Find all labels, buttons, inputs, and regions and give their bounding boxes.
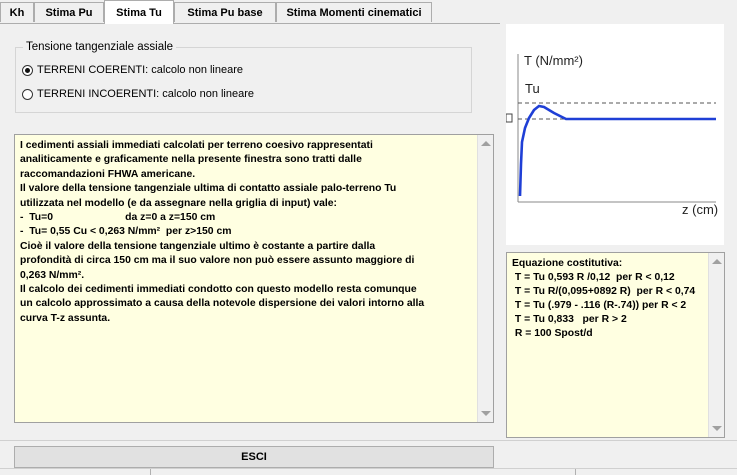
status-divider [575, 469, 576, 475]
y-axis-label: T (N/mm²) [524, 53, 583, 68]
radio-button[interactable] [22, 88, 33, 100]
radio-label: TERRENI COERENTI: calcolo non lineare [37, 64, 244, 76]
equation-box[interactable]: Equazione costitutiva: T = Tu 0,593 R /0… [506, 252, 725, 438]
separator [0, 440, 737, 441]
tab-stima-pu-base[interactable]: Stima Pu base [174, 2, 276, 22]
t-z-curve-chart: T (N/mm²) Tu z (cm) [505, 53, 718, 217]
status-divider [150, 469, 151, 475]
x-axis-label: z (cm) [682, 202, 718, 217]
tab-bar: Kh Stima Pu Stima Tu Stima Pu base Stima… [0, 0, 737, 24]
esci-button[interactable]: ESCI [14, 446, 494, 468]
tab-baseline [0, 23, 500, 24]
scroll-down-icon[interactable] [712, 426, 722, 431]
description-text: I cedimenti assiali immediati calcolati … [20, 140, 425, 324]
t-z-graph: T (N/mm²) Tu z (cm) [505, 24, 724, 245]
equation-scrollbar[interactable] [708, 253, 724, 437]
group-title: Tensione tangenziale assiale [23, 41, 177, 53]
scroll-up-icon[interactable] [481, 141, 491, 146]
description-memo[interactable]: I cedimenti assiali immediati calcolati … [14, 134, 494, 423]
axis-marker [505, 113, 513, 123]
radio-terreni-coerenti[interactable]: TERRENI COERENTI: calcolo non lineare [22, 63, 243, 77]
tu-label: Tu [525, 81, 540, 96]
scroll-up-icon[interactable] [712, 259, 722, 264]
tab-stima-pu[interactable]: Stima Pu [34, 2, 104, 22]
equation-text: Equazione costitutiva: T = Tu 0,593 R /0… [512, 258, 696, 339]
radio-button-checked[interactable] [22, 64, 33, 76]
scroll-down-icon[interactable] [481, 411, 491, 416]
memo-scrollbar[interactable] [477, 135, 493, 422]
soil-type-group [15, 47, 472, 113]
tab-kh[interactable]: Kh [0, 2, 34, 22]
tab-stima-momenti-cinematici[interactable]: Stima Momenti cinematici [276, 2, 432, 22]
radio-terreni-incoerenti[interactable]: TERRENI INCOERENTI: calcolo non lineare [22, 87, 254, 101]
radio-label: TERRENI INCOERENTI: calcolo non lineare [37, 88, 255, 100]
tab-stima-tu[interactable]: Stima Tu [104, 0, 174, 24]
